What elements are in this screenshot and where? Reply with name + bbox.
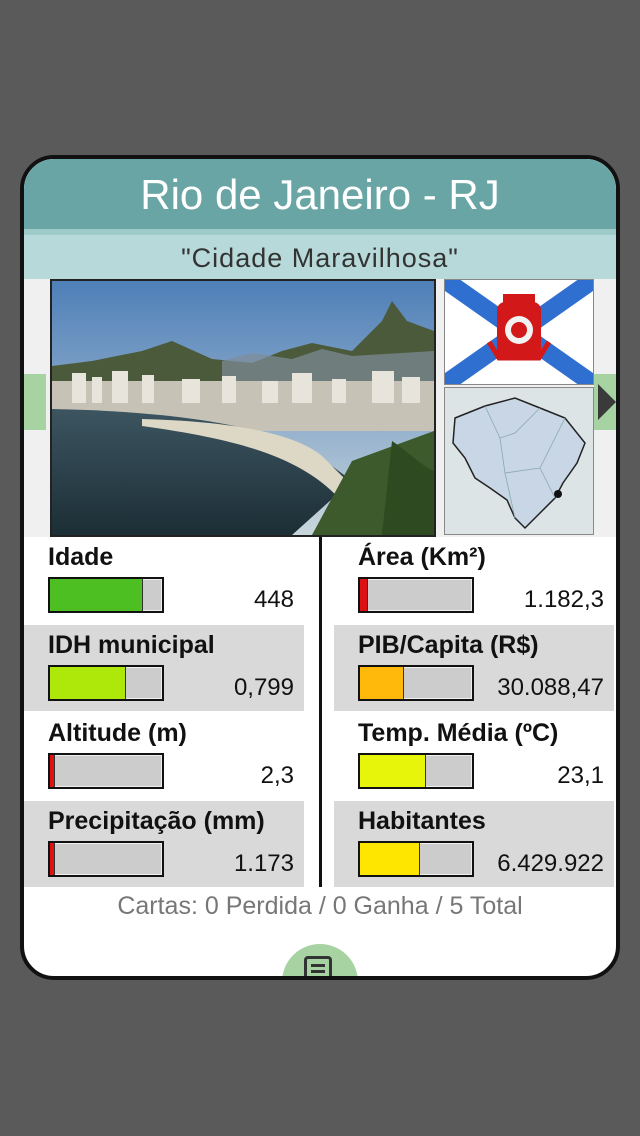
- stat-value: 2,3: [260, 762, 294, 789]
- stat-area[interactable]: Área (Km²) 1.182,3: [334, 537, 614, 623]
- stat-value: 30.088,47: [497, 674, 604, 701]
- stat-bar: [48, 753, 164, 789]
- stat-value: 1.182,3: [523, 586, 604, 613]
- stat-label: Altitude (m): [48, 719, 187, 747]
- city-flag: [444, 279, 594, 385]
- stat-idade[interactable]: Idade 448: [24, 537, 304, 623]
- stat-label: Área (Km²): [358, 543, 486, 571]
- stat-bar: [48, 577, 164, 613]
- stat-bar-fill: [360, 667, 404, 699]
- stat-value: 23,1: [557, 762, 604, 789]
- stat-bar: [358, 753, 474, 789]
- next-card-button[interactable]: [594, 374, 616, 430]
- menu-button[interactable]: [282, 944, 358, 976]
- map-image: [445, 388, 593, 534]
- stat-bar-fill: [50, 755, 56, 787]
- stat-bar-fill: [360, 843, 421, 875]
- stat-bar-fill: [50, 667, 127, 699]
- stats-grid: Idade 448 Área (Km²) 1.182,3 IDH municip…: [24, 537, 616, 887]
- document-icon: [304, 956, 332, 976]
- arrow-right-icon: [598, 384, 616, 420]
- stat-value: 1.173: [233, 850, 294, 877]
- stat-bar: [358, 577, 474, 613]
- stat-bar-fill: [50, 843, 56, 875]
- brazil-map: [444, 387, 594, 535]
- stat-label: Habitantes: [358, 807, 486, 835]
- stat-bar-fill: [50, 579, 143, 611]
- stat-bar: [358, 665, 474, 701]
- stat-bar: [48, 665, 164, 701]
- stat-bar: [48, 841, 164, 877]
- stat-value: 448: [253, 586, 294, 613]
- city-photo: [50, 279, 436, 537]
- cards-summary: Cartas: 0 Perdida / 0 Ganha / 5 Total: [117, 892, 523, 920]
- stat-label: Idade: [48, 543, 114, 571]
- stat-bar-fill: [360, 755, 426, 787]
- stat-altitude[interactable]: Altitude (m) 2,3: [24, 713, 304, 799]
- stat-label: IDH municipal: [48, 631, 215, 659]
- flag-image: [445, 280, 593, 384]
- stat-label: Precipitação (mm): [48, 807, 265, 835]
- card-title: Rio de Janeiro - RJ: [24, 159, 616, 229]
- stat-pib[interactable]: PIB/Capita (R$) 30.088,47: [334, 625, 614, 711]
- previous-card-button[interactable]: [24, 374, 46, 430]
- stat-temperatura[interactable]: Temp. Média (ºC) 23,1: [334, 713, 614, 799]
- city-photo-image: [52, 281, 434, 535]
- stat-habitantes[interactable]: Habitantes 6.429.922: [334, 801, 614, 887]
- stat-label: Temp. Média (ºC): [358, 719, 559, 747]
- card-subtitle: "Cidade Maravilhosa": [24, 229, 616, 283]
- stat-idh[interactable]: IDH municipal 0,799: [24, 625, 304, 711]
- stat-bar: [358, 841, 474, 877]
- stat-bar-fill: [360, 579, 368, 611]
- column-divider: [319, 537, 322, 887]
- stat-precipitacao[interactable]: Precipitação (mm) 1.173: [24, 801, 304, 887]
- stat-value: 0,799: [233, 674, 294, 701]
- media-area: [24, 279, 616, 537]
- stat-value: 6.429.922: [497, 850, 604, 877]
- stat-label: PIB/Capita (R$): [358, 631, 539, 659]
- city-card: Rio de Janeiro - RJ "Cidade Maravilhosa": [20, 155, 620, 980]
